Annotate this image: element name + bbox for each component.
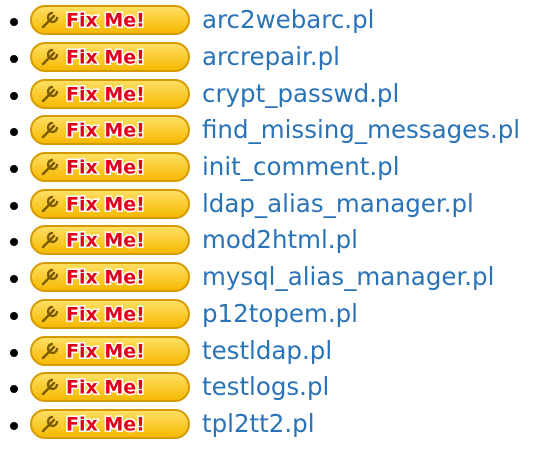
fixme-label: Fix Me! <box>66 47 145 69</box>
bullet-icon <box>10 128 18 137</box>
fixme-badge: Fix Me! <box>30 225 190 256</box>
bullet-icon <box>10 55 18 64</box>
bullet-icon <box>10 91 18 100</box>
fixme-badge-graphic: Fix Me! <box>30 115 190 146</box>
fixme-badge: Fix Me! <box>30 298 190 329</box>
fixme-badge-graphic: Fix Me! <box>30 298 190 329</box>
fixme-label: Fix Me! <box>66 120 145 142</box>
script-link-3[interactable]: find_missing_messages.pl <box>202 116 520 144</box>
fixme-badge-graphic: Fix Me! <box>30 42 190 73</box>
bullet-icon <box>10 311 18 320</box>
fixme-label: Fix Me! <box>66 340 145 362</box>
fixme-badge: Fix Me! <box>30 188 190 219</box>
fixme-badge: Fix Me! <box>30 42 190 73</box>
script-link-4[interactable]: init_comment.pl <box>202 153 400 181</box>
fixme-label: Fix Me! <box>66 10 145 32</box>
fixme-label: Fix Me! <box>66 230 145 252</box>
fixme-badge-graphic: Fix Me! <box>30 262 190 293</box>
script-link-9[interactable]: testldap.pl <box>202 336 332 365</box>
script-link-0[interactable]: arc2webarc.pl <box>202 6 374 34</box>
fixme-label: Fix Me! <box>66 83 145 105</box>
script-link-5[interactable]: ldap_alias_manager.pl <box>202 189 474 218</box>
script-link-2[interactable]: crypt_passwd.pl <box>202 79 399 108</box>
page: Fix Me! arc2webarc.pl Fix Me! arcrepair.… <box>0 0 545 472</box>
bullet-icon <box>10 201 18 210</box>
fixme-badge-graphic: Fix Me! <box>30 188 190 219</box>
fixme-badge-graphic: Fix Me! <box>30 335 190 366</box>
fixme-badge-graphic: Fix Me! <box>30 225 190 256</box>
fixme-label: Fix Me! <box>66 413 145 435</box>
fixme-badge-graphic: Fix Me! <box>30 152 190 183</box>
bullet-icon <box>10 165 18 174</box>
fixme-badge-graphic: Fix Me! <box>30 78 190 109</box>
fixme-label: Fix Me! <box>66 193 145 215</box>
fixme-label: Fix Me! <box>66 267 145 289</box>
bullet-icon <box>10 275 18 284</box>
bullet-icon <box>10 421 18 430</box>
fixme-label: Fix Me! <box>66 303 145 325</box>
bullet-icon <box>10 238 18 247</box>
fixme-badge: Fix Me! <box>30 372 190 403</box>
fixme-badge: Fix Me! <box>30 115 190 146</box>
bullet-icon <box>10 18 18 27</box>
fixme-badge: Fix Me! <box>30 262 190 293</box>
script-link-11[interactable]: tpl2tt2.pl <box>202 409 315 438</box>
script-link-8[interactable]: p12topem.pl <box>202 299 358 328</box>
fixme-badge: Fix Me! <box>30 335 190 366</box>
script-link-6[interactable]: mod2html.pl <box>202 226 358 254</box>
fixme-label: Fix Me! <box>66 377 145 399</box>
fixme-badge-graphic: Fix Me! <box>30 372 190 403</box>
fixme-label: Fix Me! <box>66 157 145 179</box>
script-link-7[interactable]: mysql_alias_manager.pl <box>202 263 494 291</box>
script-link-1[interactable]: arcrepair.pl <box>202 43 340 71</box>
fixme-badge-graphic: Fix Me! <box>30 408 190 439</box>
fixme-badge: Fix Me! <box>30 5 190 36</box>
bullet-icon <box>10 385 18 394</box>
script-link-10[interactable]: testlogs.pl <box>202 373 329 401</box>
bullet-icon <box>10 348 18 357</box>
fixme-badge-graphic: Fix Me! <box>30 5 190 36</box>
fixme-badge: Fix Me! <box>30 408 190 439</box>
fixme-badge: Fix Me! <box>30 152 190 183</box>
fixme-badge: Fix Me! <box>30 78 190 109</box>
